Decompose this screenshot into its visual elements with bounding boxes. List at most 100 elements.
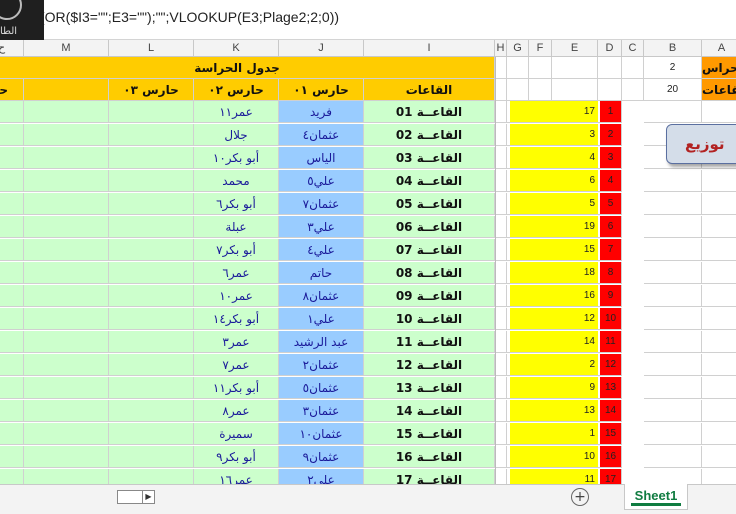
column-header[interactable]: M: [24, 40, 109, 57]
guard1-cell[interactable]: عثمان٩: [279, 446, 364, 468]
guard2-cell[interactable]: عمر٦: [194, 262, 279, 284]
cell[interactable]: [495, 377, 507, 399]
hall-cell[interactable]: القاعــة 02: [364, 124, 495, 146]
guard1-cell[interactable]: علي٥: [279, 170, 364, 192]
cell[interactable]: [495, 193, 507, 215]
cell[interactable]: [495, 354, 507, 376]
sheet-tab[interactable]: Sheet1: [624, 484, 688, 510]
cell[interactable]: [0, 308, 24, 330]
cell[interactable]: [24, 331, 109, 353]
hall-cell[interactable]: القاعــة 06: [364, 216, 495, 238]
cell[interactable]: [495, 400, 507, 422]
guard2-cell[interactable]: عمر١٠: [194, 285, 279, 307]
cell[interactable]: [702, 331, 736, 353]
cell[interactable]: [529, 57, 552, 79]
cell[interactable]: [109, 400, 194, 422]
guard1-cell[interactable]: عثمان٥: [279, 377, 364, 399]
cell[interactable]: [702, 101, 736, 123]
index-cell[interactable]: 5: [600, 193, 622, 215]
cell[interactable]: [0, 170, 24, 192]
index-cell[interactable]: 3: [600, 147, 622, 169]
guard2-cell[interactable]: محمد: [194, 170, 279, 192]
random-number-cell[interactable]: 17: [510, 101, 598, 123]
cell[interactable]: [495, 423, 507, 445]
cell[interactable]: [0, 446, 24, 468]
hall-cell[interactable]: القاعــة 10: [364, 308, 495, 330]
cell[interactable]: [598, 79, 622, 101]
random-number-cell[interactable]: 12: [510, 308, 598, 330]
cell[interactable]: [0, 193, 24, 215]
cell[interactable]: [24, 377, 109, 399]
add-sheet-button[interactable]: +: [571, 488, 589, 506]
cell[interactable]: [24, 446, 109, 468]
guard2-cell[interactable]: عمر٧: [194, 354, 279, 376]
guard1-cell[interactable]: عثمان٨: [279, 285, 364, 307]
hall-cell[interactable]: القاعــة 14: [364, 400, 495, 422]
hall-cell[interactable]: القاعــة 05: [364, 193, 495, 215]
cell[interactable]: [644, 170, 702, 192]
column-header[interactable]: C: [622, 40, 644, 57]
cell[interactable]: [0, 331, 24, 353]
cell[interactable]: [644, 308, 702, 330]
index-cell[interactable]: 14: [600, 400, 622, 422]
random-number-cell[interactable]: 5: [510, 193, 598, 215]
cell[interactable]: [0, 400, 24, 422]
cell[interactable]: [495, 446, 507, 468]
cell[interactable]: [702, 262, 736, 284]
cell[interactable]: [24, 216, 109, 238]
cell[interactable]: [0, 101, 24, 123]
hall-cell[interactable]: القاعــة 03: [364, 147, 495, 169]
column-header[interactable]: K: [194, 40, 279, 57]
cell[interactable]: [644, 331, 702, 353]
hall-cell[interactable]: القاعــة 08: [364, 262, 495, 284]
index-cell[interactable]: 4: [600, 170, 622, 192]
guard1-cell[interactable]: علي١: [279, 308, 364, 330]
cell[interactable]: [644, 193, 702, 215]
cell[interactable]: [644, 400, 702, 422]
cell[interactable]: [109, 262, 194, 284]
cell[interactable]: [109, 331, 194, 353]
guard2-cell[interactable]: عمر١١: [194, 101, 279, 123]
cell[interactable]: [109, 147, 194, 169]
guard2-cell[interactable]: أبو بكر٧: [194, 239, 279, 261]
cell[interactable]: [702, 446, 736, 468]
cell[interactable]: [529, 79, 552, 101]
cell[interactable]: [702, 423, 736, 445]
guard1-cell[interactable]: علي٤: [279, 239, 364, 261]
guard2-cell[interactable]: عمر٣: [194, 331, 279, 353]
cell[interactable]: [552, 57, 598, 79]
column-header[interactable]: E: [552, 40, 598, 57]
cell[interactable]: [702, 216, 736, 238]
random-number-cell[interactable]: 3: [510, 124, 598, 146]
guard2-cell[interactable]: أبو بكر٩: [194, 446, 279, 468]
cell[interactable]: [495, 239, 507, 261]
guard1-cell[interactable]: عثمان٣: [279, 400, 364, 422]
cell[interactable]: [644, 423, 702, 445]
cell[interactable]: [24, 101, 109, 123]
cell[interactable]: [24, 400, 109, 422]
column-header[interactable]: F: [529, 40, 552, 57]
guard1-cell[interactable]: حاتم: [279, 262, 364, 284]
formula-bar[interactable]: (OR($I3="";E3="");"";VLOOKUP(E3;Plage2;2…: [0, 0, 736, 40]
cell[interactable]: [0, 423, 24, 445]
guard1-cell[interactable]: عثمان٧: [279, 193, 364, 215]
guard2-cell[interactable]: عمر٨: [194, 400, 279, 422]
cell[interactable]: [644, 101, 702, 123]
cell[interactable]: [24, 239, 109, 261]
cell[interactable]: [495, 101, 507, 123]
column-header[interactable]: I: [364, 40, 495, 57]
cell[interactable]: [109, 239, 194, 261]
hall-cell[interactable]: القاعــة 11: [364, 331, 495, 353]
hall-cell[interactable]: القاعــة 16: [364, 446, 495, 468]
guard1-cell[interactable]: عثمان١٠: [279, 423, 364, 445]
cell[interactable]: [109, 446, 194, 468]
guard2-cell[interactable]: عبلة: [194, 216, 279, 238]
guard2-cell[interactable]: أبو بكر١٤: [194, 308, 279, 330]
cell[interactable]: [109, 170, 194, 192]
index-cell[interactable]: 8: [600, 262, 622, 284]
cell[interactable]: [109, 193, 194, 215]
hall-cell[interactable]: القاعــة 15: [364, 423, 495, 445]
cell[interactable]: [622, 57, 644, 79]
hall-cell[interactable]: القاعــة 07: [364, 239, 495, 261]
cell[interactable]: [24, 124, 109, 146]
